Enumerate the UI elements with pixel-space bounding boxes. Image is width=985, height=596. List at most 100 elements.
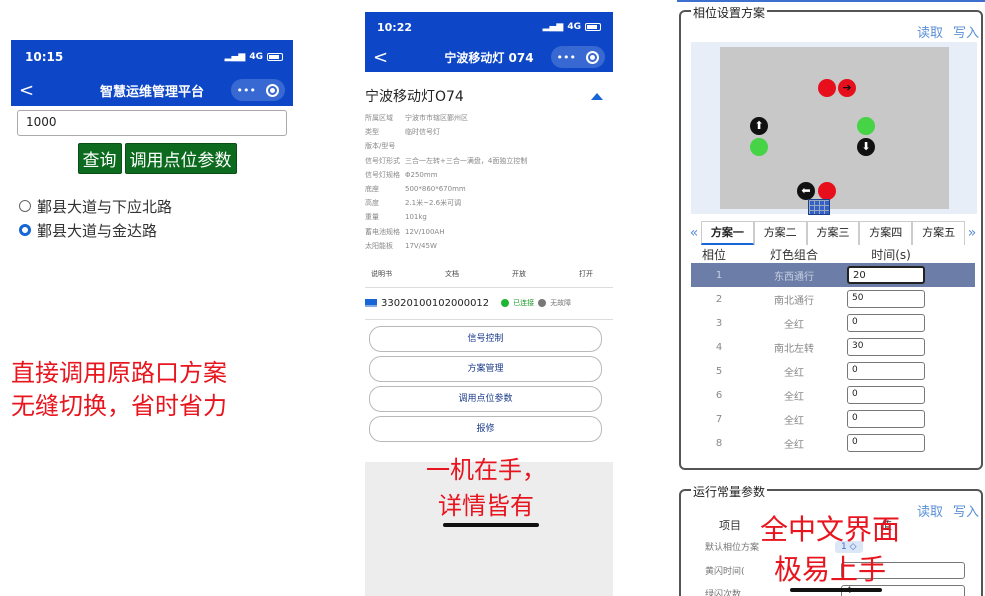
south-left-arrow-icon: ⬅: [797, 182, 815, 200]
slogan-right: 全中文界面 极易上手: [759, 513, 900, 586]
tabs-right-icon[interactable]: »: [965, 225, 979, 241]
intersection-option-2[interactable]: 鄞县大道与金达路: [19, 218, 293, 242]
phase-time-input[interactable]: 20: [847, 266, 925, 284]
spec-row: 类型 临时信号灯: [365, 128, 440, 137]
doc-manual[interactable]: 说明书: [371, 269, 392, 279]
phase-table-header: 相位 灯色组合 时间(s): [701, 248, 911, 262]
network-label: 4G: [567, 22, 581, 32]
west-up-arrow-icon: ⬆: [750, 117, 768, 135]
more-icon[interactable]: •••: [557, 51, 576, 64]
phase-time-input[interactable]: 0: [847, 362, 925, 380]
slogan-left: 直接调用原路口方案 无缝切换，省时省力: [11, 359, 227, 420]
tab-plan-2[interactable]: 方案二: [753, 221, 807, 245]
close-target-icon[interactable]: [266, 83, 279, 97]
spec-row: 信号灯规格 Φ250mm: [365, 170, 438, 179]
status-time: 10:22: [377, 20, 413, 34]
signal-control-button[interactable]: 信号控制: [369, 325, 602, 352]
action-menu: 信号控制 方案管理 调用点位参数 报修: [365, 325, 613, 442]
spec-row: 蓄电池规格 12V/100AH: [365, 227, 445, 236]
document-links: 说明书 文档 开放 打开: [365, 263, 613, 288]
intersection-list: 鄞县大道与下应北路 鄞县大道与金达路: [11, 194, 293, 242]
spec-row: 所属区域 宁波市市辖区鄞州区: [365, 114, 468, 123]
mini-program-capsule: •••: [550, 46, 605, 68]
tab-plan-4[interactable]: 方案四: [859, 221, 913, 245]
section-title: 相位设置方案: [691, 4, 768, 21]
signal-cabinet-icon: [808, 199, 830, 215]
fault-icon: [538, 299, 547, 308]
table-row[interactable]: 1 东西通行 20: [691, 263, 975, 287]
connected-icon: [501, 299, 510, 308]
device-id: 33020100102000012: [381, 297, 490, 309]
signal-icon: ▂▄▆: [224, 52, 246, 62]
tab-plan-3[interactable]: 方案三: [806, 221, 860, 245]
phone-phase-settings: 相位设置方案 读取 写入 ➔ ⬆ ⬇ ⬅ « 方案一 方案二 方案三 方案四 方…: [677, 0, 985, 596]
spec-row: 版本/型号: [365, 142, 396, 151]
battery-icon: [267, 53, 283, 61]
nav-bar: < 宁波移动灯 074 •••: [365, 42, 613, 72]
south-red-lamp: [818, 182, 836, 200]
close-target-icon[interactable]: [586, 50, 599, 64]
east-green-lamp: [857, 117, 875, 135]
device-card: 宁波移动灯O74 所属区域 宁波市市辖区鄞州区 类型 临时信号灯 版本/型号 信号灯…: [365, 72, 613, 442]
repair-button[interactable]: 报修: [369, 415, 602, 442]
spec-row: 太阳能板 17V/45W: [365, 241, 437, 250]
spec-row: 重量 101kg: [365, 213, 427, 222]
table-row[interactable]: 3 全红 0: [691, 311, 975, 335]
status-bar: 10:15 ▂▄▆ 4G: [11, 40, 293, 74]
read-button[interactable]: 读取: [917, 22, 943, 41]
nav-bar: < 智慧运维管理平台 •••: [11, 74, 293, 106]
write-button[interactable]: 写入: [953, 501, 979, 520]
status-connected: 已连接: [513, 299, 535, 308]
status-time: 10:15: [25, 50, 64, 64]
doc-open[interactable]: 开放: [512, 269, 526, 279]
query-button[interactable]: 查询: [77, 143, 122, 174]
write-button[interactable]: 写入: [953, 22, 979, 41]
table-row[interactable]: 8 全红 0: [691, 431, 975, 455]
phase-time-input[interactable]: 0: [847, 314, 925, 332]
phase-settings-panel: 相位设置方案 读取 写入 ➔ ⬆ ⬇ ⬅ « 方案一 方案二 方案三 方案四 方…: [679, 4, 983, 470]
device-icon: [365, 299, 377, 308]
plan-manage-button[interactable]: 方案管理: [369, 355, 602, 382]
more-icon[interactable]: •••: [237, 84, 256, 97]
phase-time-input[interactable]: 30: [847, 338, 925, 356]
home-indicator: [443, 523, 539, 527]
west-green-lamp: [750, 138, 768, 156]
tabs-left-icon[interactable]: «: [687, 225, 701, 241]
radio-icon[interactable]: [19, 200, 31, 212]
tab-plan-5[interactable]: 方案五: [912, 221, 965, 245]
intersection-diagram: ➔ ⬆ ⬇ ⬅: [691, 42, 977, 215]
phase-time-input[interactable]: 0: [847, 410, 925, 428]
call-params-button[interactable]: 调用点位参数: [124, 143, 237, 174]
table-row[interactable]: 4 南北左转 30: [691, 335, 975, 359]
doc-launch[interactable]: 打开: [579, 269, 593, 279]
device-title: 宁波移动灯O74: [365, 89, 464, 105]
north-red-lamp: [818, 79, 836, 97]
device-status-row: 33020100102000012 已连接 无故障: [365, 298, 613, 320]
phase-time-input[interactable]: 50: [847, 290, 925, 308]
table-row[interactable]: 6 全红 0: [691, 383, 975, 407]
section-title: 运行常量参数: [691, 483, 768, 500]
north-right-arrow-icon: ➔: [838, 79, 856, 97]
network-label: 4G: [249, 52, 263, 62]
mini-program-capsule: •••: [230, 79, 285, 101]
tab-plan-1[interactable]: 方案一: [701, 221, 754, 245]
radio-selected-icon[interactable]: [19, 224, 31, 236]
intersection-option-1[interactable]: 鄞县大道与下应北路: [19, 194, 293, 218]
slogan-middle: 一机在手， 详情皆有: [426, 456, 546, 520]
table-row[interactable]: 5 全红 0: [691, 359, 975, 383]
back-icon[interactable]: <: [373, 47, 393, 68]
phase-time-input[interactable]: 0: [847, 434, 925, 452]
spec-list: 所属区域 宁波市市辖区鄞州区 类型 临时信号灯 版本/型号 信号灯形式 三合一左转+三…: [365, 111, 613, 253]
phone-platform: 10:15 ▂▄▆ 4G < 智慧运维管理平台 ••• 1000 查询 调用点位…: [11, 40, 293, 242]
collapse-icon[interactable]: [591, 92, 603, 100]
phase-time-input[interactable]: 0: [847, 386, 925, 404]
battery-icon: [585, 23, 601, 31]
back-icon[interactable]: <: [19, 80, 39, 101]
table-row[interactable]: 7 全红 0: [691, 407, 975, 431]
doc-files[interactable]: 文档: [445, 269, 459, 279]
east-down-arrow-icon: ⬇: [857, 138, 875, 156]
spec-row: 信号灯形式 三合一左转+三合一满盘，4面独立控制: [365, 156, 528, 165]
table-row[interactable]: 2 南北通行 50: [691, 287, 975, 311]
call-params-button[interactable]: 调用点位参数: [369, 385, 602, 412]
search-input[interactable]: 1000: [17, 110, 287, 136]
